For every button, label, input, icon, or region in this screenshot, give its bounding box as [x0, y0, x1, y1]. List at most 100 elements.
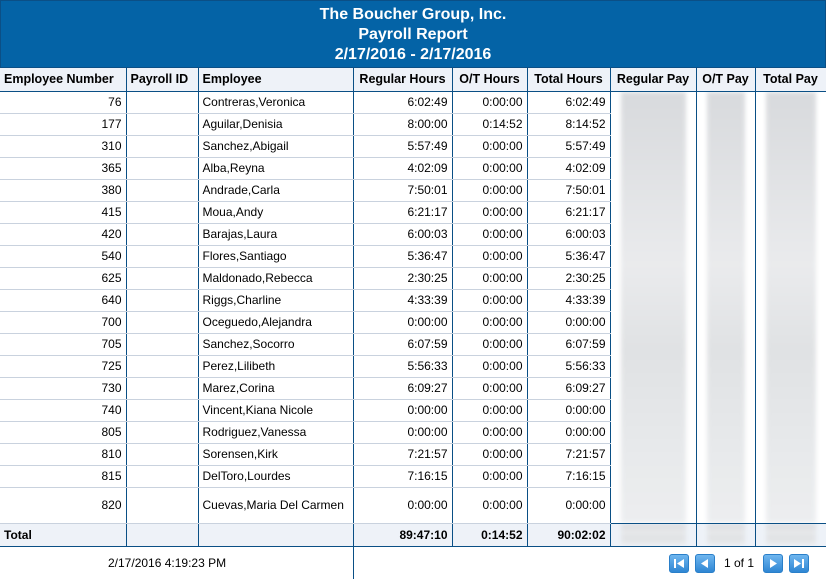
- employee-number-cell: 640: [0, 289, 127, 312]
- employee-number-cell: 310: [0, 135, 127, 158]
- total-hours-cell: 4:02:09: [527, 157, 611, 180]
- total-hours-cell: 6:09:27: [527, 377, 611, 400]
- employee-name-cell: Vincent,Kiana Nicole: [198, 399, 354, 422]
- redaction-blur: [620, 91, 686, 523]
- column-header-regular-pay[interactable]: Regular Pay: [610, 68, 697, 92]
- total-hours-cell: 6:07:59: [527, 333, 611, 356]
- total-hours-cell: 6:21:17: [527, 201, 611, 224]
- employee-number-cell: 705: [0, 333, 127, 356]
- payroll-id-cell: [126, 113, 199, 136]
- total-hours-cell: 7:16:15: [527, 465, 611, 488]
- employee-name-cell: Marez,Corina: [198, 377, 354, 400]
- regular-hours-cell: 5:36:47: [353, 245, 453, 268]
- totals-payroll-id: [126, 522, 199, 547]
- regular-hours-cell: 7:16:15: [353, 465, 453, 488]
- employee-number-cell: 365: [0, 157, 127, 180]
- total-hours-cell: 5:56:33: [527, 355, 611, 378]
- column-header-ot-pay[interactable]: O/T Pay: [696, 68, 756, 92]
- employee-name-cell: Maldonado,Rebecca: [198, 267, 354, 290]
- previous-page-button[interactable]: [695, 553, 715, 573]
- payroll-id-cell: [126, 201, 199, 224]
- redaction-blur: [765, 91, 816, 523]
- report-header: The Boucher Group, Inc. Payroll Report 2…: [0, 0, 826, 68]
- employee-number-cell: 76: [0, 91, 127, 114]
- totals-label: Total: [0, 522, 127, 547]
- payroll-id-cell: [126, 157, 199, 180]
- totals-regular-hours: 89:47:10: [353, 522, 453, 547]
- regular-hours-cell: 0:00:00: [353, 399, 453, 422]
- payroll-id-cell: [126, 355, 199, 378]
- employee-name-cell: Cuevas,Maria Del Carmen: [198, 487, 354, 524]
- employee-number-cell: 725: [0, 355, 127, 378]
- regular-hours-cell: 6:21:17: [353, 201, 453, 224]
- regular-hours-cell: 0:00:00: [353, 487, 453, 524]
- employee-name-cell: Sorensen,Kirk: [198, 443, 354, 466]
- column-header-total-pay[interactable]: Total Pay: [755, 68, 826, 92]
- total-hours-cell: 2:30:25: [527, 267, 611, 290]
- ot-hours-cell: 0:00:00: [452, 487, 528, 524]
- payroll-id-cell: [126, 245, 199, 268]
- last-page-icon: [794, 558, 805, 568]
- payroll-id-cell: [126, 289, 199, 312]
- ot-hours-cell: 0:00:00: [452, 465, 528, 488]
- employee-number-cell: 700: [0, 311, 127, 334]
- regular-hours-cell: 5:57:49: [353, 135, 453, 158]
- header-row: Employee Number Payroll ID Employee Regu…: [0, 68, 826, 92]
- ot-hours-cell: 0:00:00: [452, 201, 528, 224]
- company-name: The Boucher Group, Inc.: [319, 6, 507, 23]
- employee-number-cell: 415: [0, 201, 127, 224]
- employee-name-cell: Barajas,Laura: [198, 223, 354, 246]
- payroll-id-cell: [126, 333, 199, 356]
- regular-hours-cell: 6:02:49: [353, 91, 453, 114]
- regular-hours-cell: 0:00:00: [353, 311, 453, 334]
- ot-hours-cell: 0:00:00: [452, 179, 528, 202]
- footer-divider: [353, 547, 354, 579]
- payroll-id-cell: [126, 465, 199, 488]
- column-header-regular-hours[interactable]: Regular Hours: [353, 68, 453, 92]
- employee-name-cell: Alba,Reyna: [198, 157, 354, 180]
- employee-number-cell: 805: [0, 421, 127, 444]
- employee-name-cell: Oceguedo,Alejandra: [198, 311, 354, 334]
- payroll-id-cell: [126, 91, 199, 114]
- total-hours-cell: 0:00:00: [527, 421, 611, 444]
- table-row: 76 Contreras,Veronica 6:02:49 0:00:00 6:02:4…: [0, 91, 826, 523]
- date-range: 2/17/2016 - 2/17/2016: [334, 46, 492, 63]
- employee-name-cell: Rodriguez,Vanessa: [198, 421, 354, 444]
- payroll-id-cell: [126, 377, 199, 400]
- column-header-total-hours[interactable]: Total Hours: [527, 68, 611, 92]
- first-page-icon: [674, 558, 684, 568]
- ot-hours-cell: 0:00:00: [452, 377, 528, 400]
- payroll-id-cell: [126, 399, 199, 422]
- total-hours-cell: 5:36:47: [527, 245, 611, 268]
- column-header-employee[interactable]: Employee: [198, 68, 354, 92]
- employee-name-cell: Flores,Santiago: [198, 245, 354, 268]
- employee-number-cell: 625: [0, 267, 127, 290]
- total-hours-cell: 0:00:00: [527, 399, 611, 422]
- regular-hours-cell: 6:07:59: [353, 333, 453, 356]
- generated-timestamp: 2/17/2016 4:19:23 PM: [108, 556, 227, 570]
- employee-number-cell: 420: [0, 223, 127, 246]
- payroll-id-cell: [126, 443, 199, 466]
- next-page-button[interactable]: [763, 553, 784, 573]
- ot-pay-redacted: [696, 91, 756, 523]
- employee-name-cell: Moua,Andy: [198, 201, 354, 224]
- ot-hours-cell: 0:00:00: [452, 355, 528, 378]
- ot-hours-cell: 0:00:00: [452, 267, 528, 290]
- regular-hours-cell: 5:56:33: [353, 355, 453, 378]
- payroll-id-cell: [126, 223, 199, 246]
- regular-hours-cell: 8:00:00: [353, 113, 453, 136]
- report-title: Payroll Report: [358, 26, 468, 43]
- employee-number-cell: 810: [0, 443, 127, 466]
- ot-hours-cell: 0:00:00: [452, 443, 528, 466]
- employee-number-cell: 740: [0, 399, 127, 422]
- ot-hours-cell: 0:00:00: [452, 421, 528, 444]
- last-page-button[interactable]: [789, 553, 810, 573]
- column-header-ot-hours[interactable]: O/T Hours: [452, 68, 528, 92]
- column-header-payroll-id[interactable]: Payroll ID: [126, 68, 199, 92]
- report-footer: 2/17/2016 4:19:23 PM 1 of 1: [0, 546, 826, 579]
- column-header-employee-number[interactable]: Employee Number: [0, 68, 127, 92]
- first-page-button[interactable]: [669, 553, 689, 573]
- total-hours-cell: 0:00:00: [527, 311, 611, 334]
- employee-name-cell: Contreras,Veronica: [198, 91, 354, 114]
- next-page-icon: [770, 558, 778, 568]
